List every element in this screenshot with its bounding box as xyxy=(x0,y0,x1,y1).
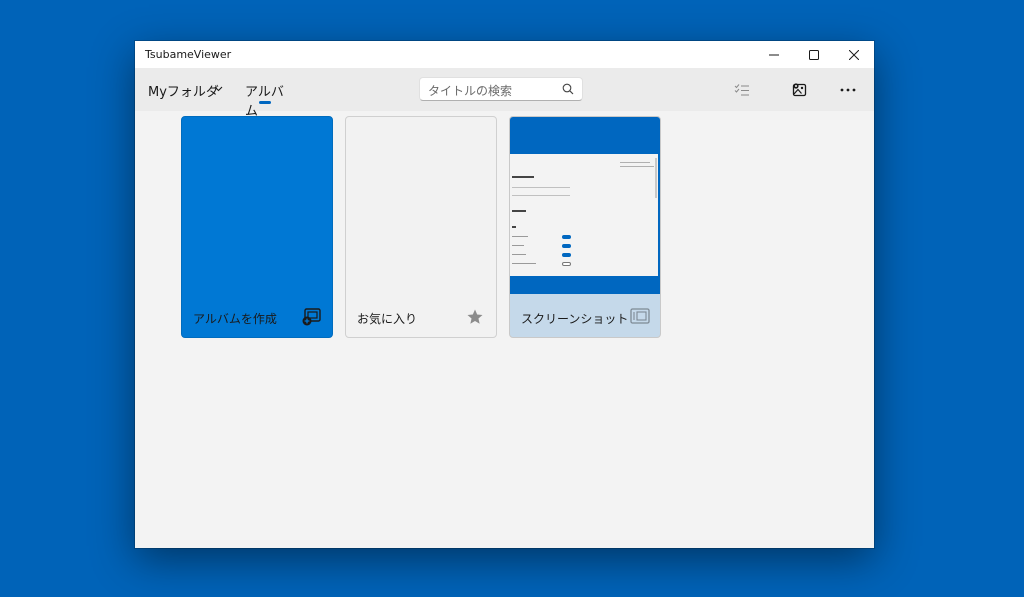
minimize-icon xyxy=(769,54,779,55)
more-options-button[interactable] xyxy=(838,80,858,100)
thumbnail-screenshot xyxy=(510,154,658,276)
screenshot-icon xyxy=(630,308,650,324)
image-viewer-button[interactable] xyxy=(790,80,810,100)
app-window: TsubameViewer Myフォルダ アルバム タイトルの検索 アルバムを作… xyxy=(135,41,874,548)
search-icon[interactable] xyxy=(562,83,574,95)
close-button[interactable] xyxy=(834,41,874,68)
close-icon xyxy=(849,49,859,60)
search-box[interactable]: タイトルの検索 xyxy=(419,77,583,101)
minimize-button[interactable] xyxy=(754,41,794,68)
tab-album[interactable]: アルバム xyxy=(243,68,287,119)
multi-select-icon xyxy=(734,84,749,96)
screenshot-album-card[interactable]: スクリーンショット xyxy=(509,116,661,338)
select-mode-button[interactable] xyxy=(732,80,752,100)
folder-dropdown[interactable]: Myフォルダ xyxy=(148,68,228,111)
album-thumbnail xyxy=(510,117,660,294)
toolbar: Myフォルダ アルバム タイトルの検索 xyxy=(135,68,874,119)
star-icon xyxy=(467,309,483,324)
folder-dropdown-label: Myフォルダ xyxy=(148,85,219,100)
more-icon xyxy=(840,88,856,92)
tab-album-label: アルバム xyxy=(245,85,284,119)
card-label: お気に入り xyxy=(357,312,418,326)
chevron-down-icon xyxy=(214,86,223,92)
create-album-card[interactable]: アルバムを作成 xyxy=(181,116,333,338)
card-label: スクリーンショット xyxy=(521,312,629,326)
add-album-icon xyxy=(302,308,321,326)
card-label: アルバムを作成 xyxy=(193,312,277,326)
favorites-card[interactable]: お気に入り xyxy=(345,116,497,338)
app-title: TsubameViewer xyxy=(145,48,232,61)
search-input[interactable]: タイトルの検索 xyxy=(428,82,512,99)
title-bar[interactable]: TsubameViewer xyxy=(135,41,874,68)
tab-selected-indicator xyxy=(259,101,271,104)
image-icon xyxy=(792,83,807,97)
maximize-button[interactable] xyxy=(794,41,834,68)
maximize-icon xyxy=(809,49,819,60)
